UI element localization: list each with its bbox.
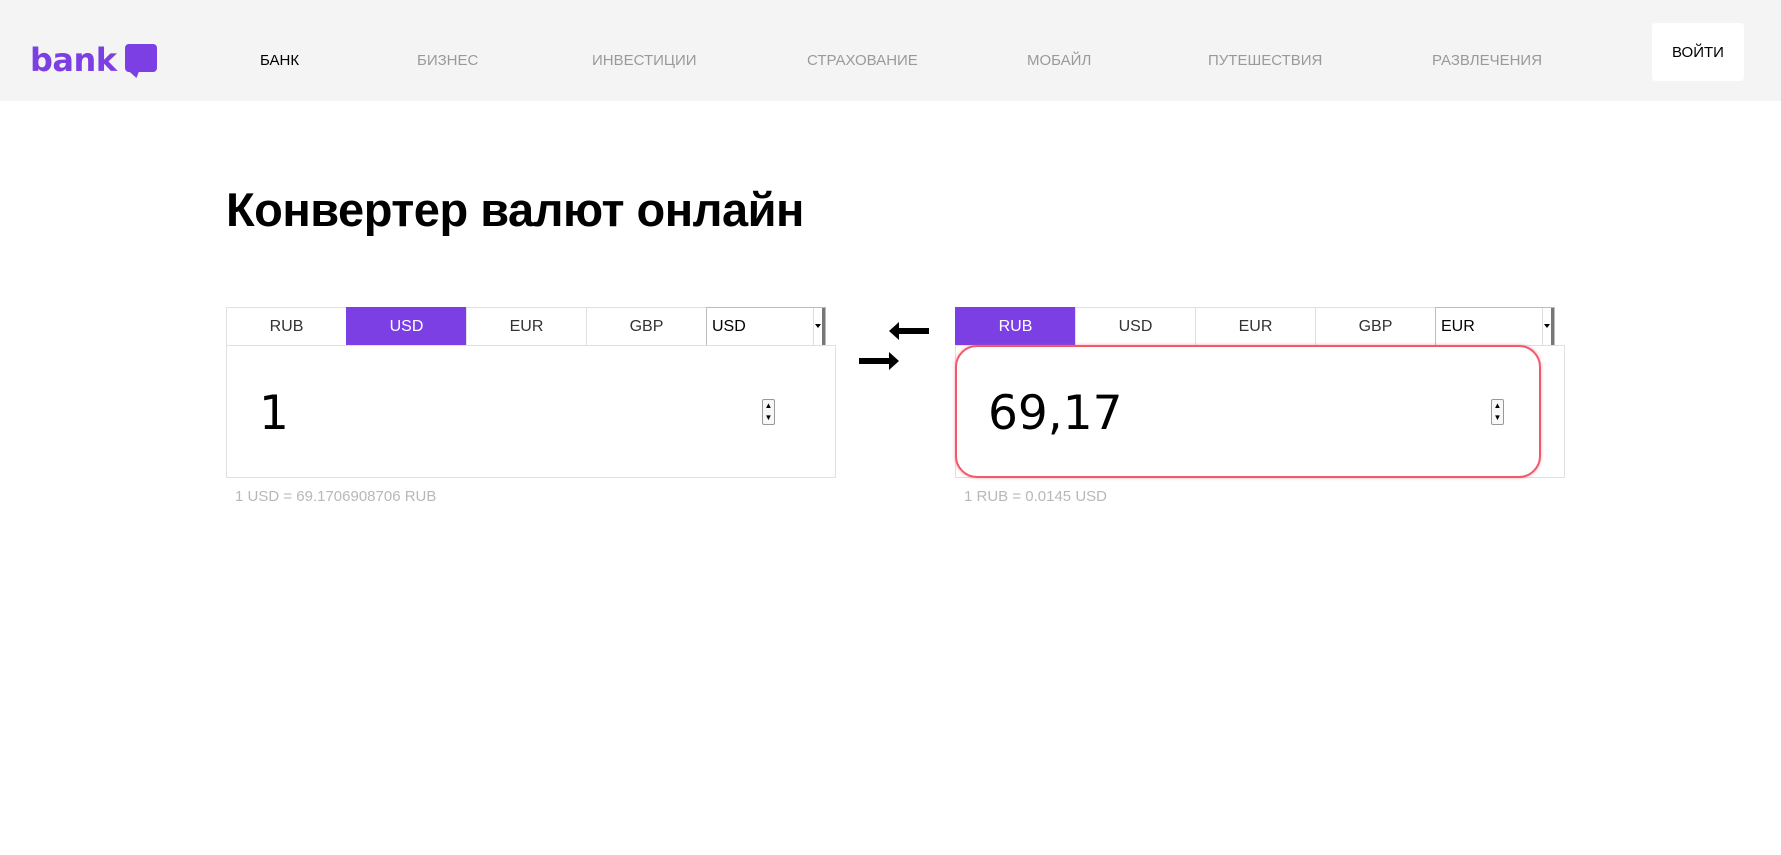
stepper-up-icon[interactable]: ▲ xyxy=(763,400,774,412)
nav-item-bank[interactable]: БАНК xyxy=(260,52,299,69)
from-select-value: USD xyxy=(712,317,746,335)
from-amount-input[interactable]: 1 xyxy=(259,386,719,441)
nav-item-travel[interactable]: ПУТЕШЕСТВИЯ xyxy=(1208,52,1322,69)
from-tab-usd[interactable]: USD xyxy=(346,307,467,346)
from-amount-stepper[interactable]: ▲ ▼ xyxy=(762,399,775,425)
nav-item-business[interactable]: БИЗНЕС xyxy=(417,52,478,69)
nav-item-insurance[interactable]: СТРАХОВАНИЕ xyxy=(807,52,918,69)
from-tab-rub[interactable]: RUB xyxy=(226,307,347,346)
to-amount-stepper[interactable]: ▲ ▼ xyxy=(1491,399,1504,425)
nav-item-investments[interactable]: ИНВЕСТИЦИИ xyxy=(592,52,697,69)
to-currency-select[interactable]: EUR xyxy=(1435,307,1555,346)
stepper-down-icon[interactable]: ▼ xyxy=(763,412,774,424)
stepper-down-icon[interactable]: ▼ xyxy=(1492,412,1503,424)
from-rate-note: 1 USD = 69.1706908706 RUB xyxy=(235,488,437,505)
from-tab-eur[interactable]: EUR xyxy=(466,307,587,346)
site-header: bank БАНК БИЗНЕС ИНВЕСТИЦИИ СТРАХОВАНИЕ … xyxy=(0,0,1781,101)
to-tab-rub[interactable]: RUB xyxy=(955,307,1076,346)
to-tab-eur[interactable]: EUR xyxy=(1195,307,1316,346)
from-currency-select[interactable]: USD xyxy=(706,307,826,346)
from-currency-panel: RUB USD EUR GBP USD 1 ▲ ▼ 1 USD = 69.170… xyxy=(226,307,836,505)
to-select-value: EUR xyxy=(1441,317,1475,335)
to-rate-note: 1 RUB = 0.0145 USD xyxy=(964,488,1107,505)
to-tab-gbp[interactable]: GBP xyxy=(1315,307,1436,346)
to-tab-usd[interactable]: USD xyxy=(1075,307,1196,346)
chevron-down-icon xyxy=(1544,324,1550,328)
to-amount-input[interactable]: 69,17 xyxy=(988,386,1448,441)
from-tab-gbp[interactable]: GBP xyxy=(586,307,707,346)
swap-arrows-icon[interactable] xyxy=(859,320,929,372)
chevron-down-icon xyxy=(815,324,821,328)
login-button[interactable]: ВОЙТИ xyxy=(1652,23,1744,81)
from-currency-tabs: RUB USD EUR GBP USD xyxy=(226,307,836,346)
to-currency-panel: RUB USD EUR GBP EUR 69,17 ▲ ▼ 1 RUB = 0.… xyxy=(955,307,1565,505)
stepper-up-icon[interactable]: ▲ xyxy=(1492,400,1503,412)
from-amount-field[interactable]: 1 ▲ ▼ xyxy=(226,345,836,478)
page-title: Конвертер валют онлайн xyxy=(226,183,804,236)
to-amount-field[interactable]: 69,17 ▲ ▼ xyxy=(955,345,1541,478)
logo-text: bank xyxy=(30,41,117,79)
nav-item-mobile[interactable]: МОБАЙЛ xyxy=(1027,52,1091,69)
to-currency-tabs: RUB USD EUR GBP EUR xyxy=(955,307,1565,346)
bank-logo[interactable]: bank xyxy=(30,40,157,80)
chat-bubble-icon xyxy=(124,42,157,78)
nav-item-entertainment[interactable]: РАЗВЛЕЧЕНИЯ xyxy=(1432,52,1542,69)
